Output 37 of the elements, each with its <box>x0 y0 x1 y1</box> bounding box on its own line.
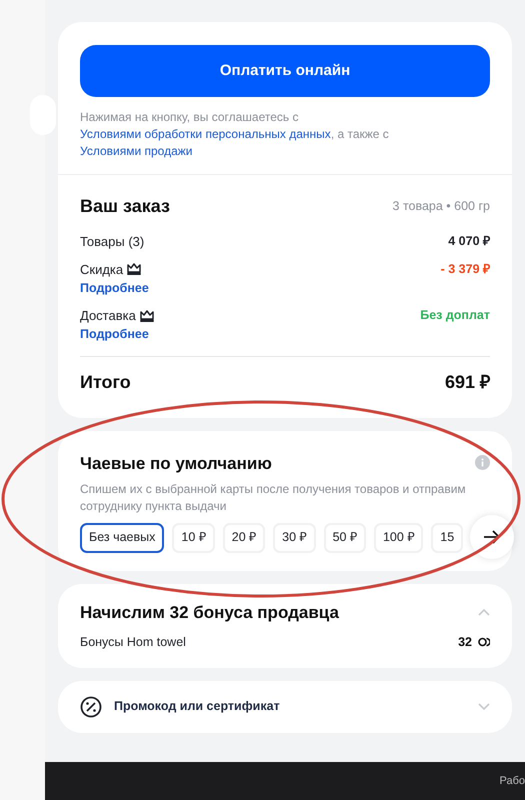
promo-card[interactable]: Промокод или сертификат <box>58 680 512 733</box>
terms-link[interactable]: Условиями обработки персональных данных <box>80 127 331 141</box>
info-icon[interactable] <box>475 455 490 470</box>
coins-icon <box>478 637 490 648</box>
arrow-right-icon <box>483 530 501 544</box>
chevron-up-icon[interactable] <box>478 608 490 616</box>
order-row-value: 4 070 ₽ <box>448 233 490 250</box>
tip-option[interactable]: 10 ₽ <box>172 522 215 552</box>
order-row-label: Доставка <box>80 306 136 325</box>
promo-label: Промокод или сертификат <box>114 698 280 716</box>
tip-option[interactable]: 15 <box>431 522 464 552</box>
order-row-value: Без доплат <box>420 306 490 324</box>
terms-text: Нажимая на кнопку, вы соглашаетесь с Условиями обработки персональных данных, а также с Условиями продажи <box>80 109 390 160</box>
terms-link[interactable]: Условиями продажи <box>80 144 192 158</box>
tip-option[interactable]: 20 ₽ <box>222 522 266 552</box>
order-row-label: Скидка <box>80 260 124 279</box>
scroll-right-button[interactable] <box>470 514 514 558</box>
pay-online-button[interactable]: Оплатить онлайн <box>80 45 490 97</box>
total-value: 691 ₽ <box>444 371 490 394</box>
order-title: Ваш заказ <box>80 195 170 218</box>
bonus-title: Начислим 32 бонуса продавца <box>80 602 339 624</box>
percent-icon <box>80 696 102 718</box>
bonus-label: Бонусы Hom towel <box>80 634 186 651</box>
tip-option[interactable]: Без чаевых <box>80 522 164 552</box>
tips-title: Чаевые по умолчанию <box>80 453 272 475</box>
tip-option[interactable]: 30 ₽ <box>273 522 316 552</box>
details-link[interactable]: Подробнее <box>80 325 154 344</box>
total-label: Итого <box>80 371 131 394</box>
footer-text: Рабо <box>499 774 525 789</box>
tip-option[interactable]: 50 ₽ <box>324 522 366 552</box>
order-row-label: Товары (3) <box>80 233 144 251</box>
details-link[interactable]: Подробнее <box>80 279 149 298</box>
order-summary: 3 товара • 600 гр <box>392 198 490 216</box>
order-row-value: - 3 379 ₽ <box>440 260 490 278</box>
tip-option[interactable]: 100 ₽ <box>374 522 424 552</box>
bonus-value: 32 <box>458 634 472 651</box>
tips-description: Спишем их с выбранной карты после получения товаров и отправим сотруднику пункта выдачи <box>80 480 467 514</box>
